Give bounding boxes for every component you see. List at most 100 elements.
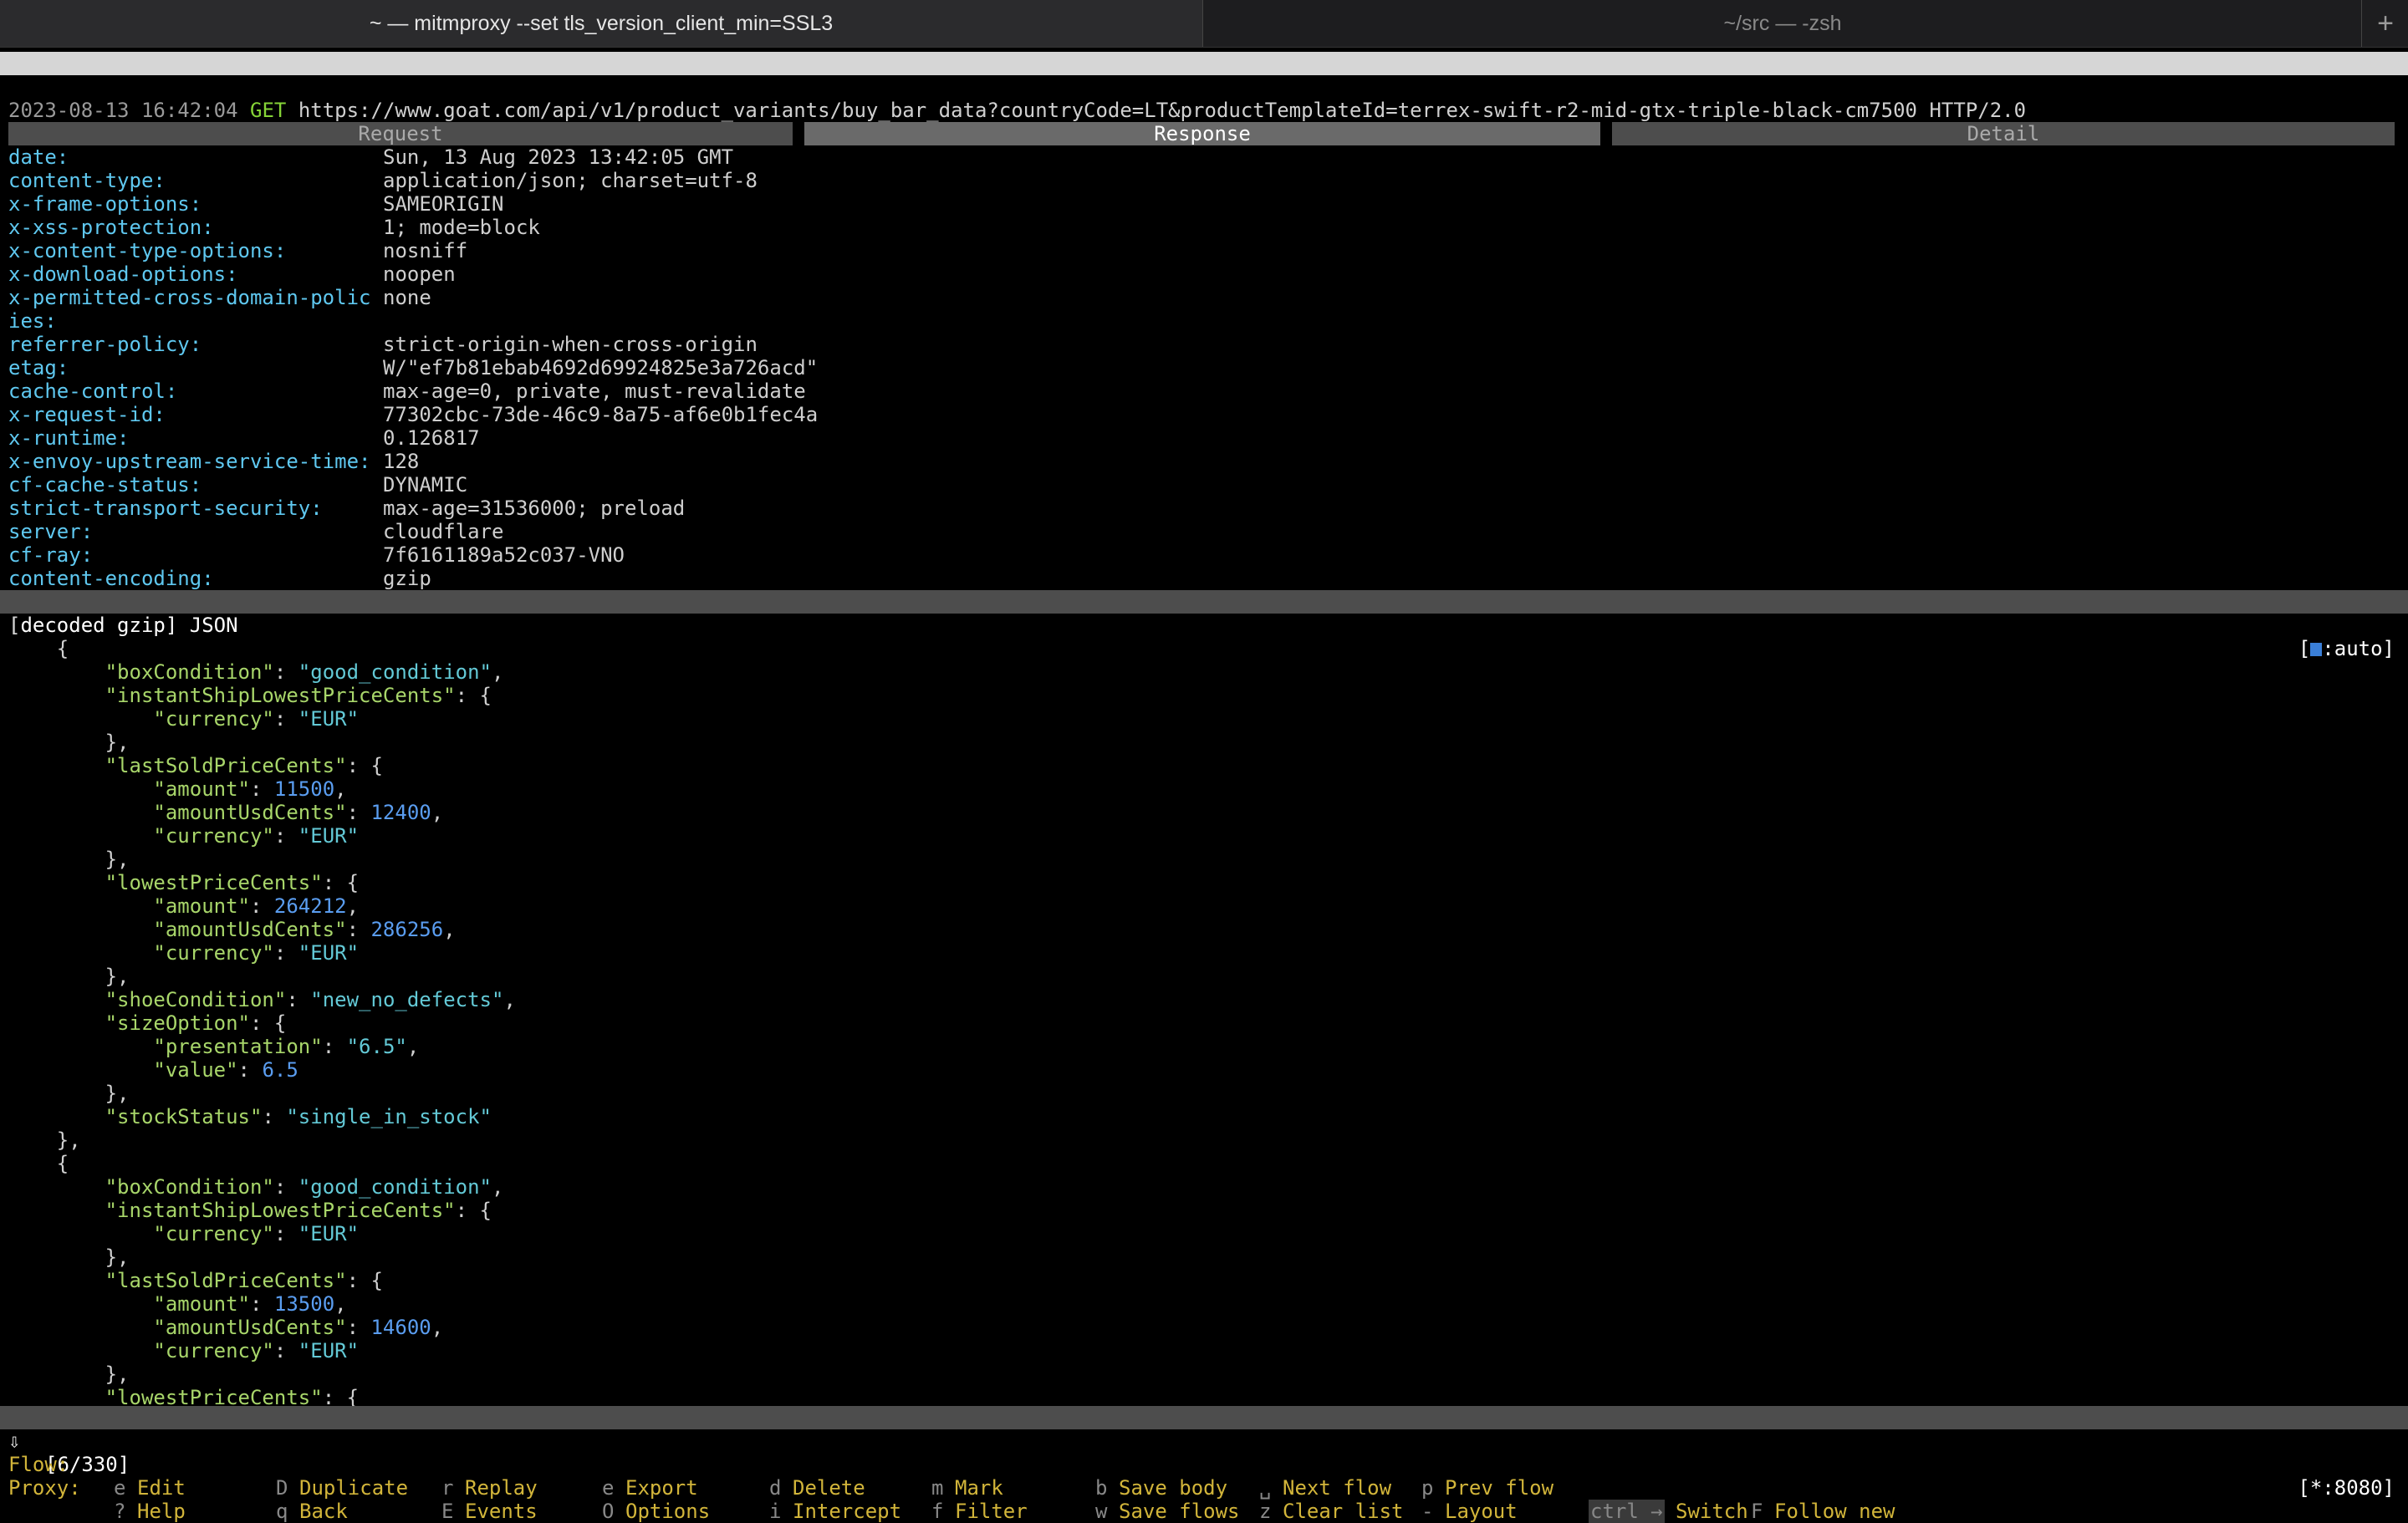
json-punct: : — [286, 988, 311, 1011]
json-punct: : — [273, 941, 298, 965]
keybinding-key: z — [1259, 1500, 1272, 1523]
header-row[interactable]: x-envoy-upstream-service-time: 128 — [0, 450, 2408, 473]
json-punct: }, — [56, 1128, 81, 1152]
json-punct: }, — [105, 965, 130, 988]
header-row[interactable]: x-download-options: noopen — [0, 262, 2408, 286]
tab-detail[interactable]: Detail — [1612, 122, 2395, 145]
keybinding-action[interactable]: Back — [299, 1500, 348, 1523]
new-tab-icon[interactable]: + — [2363, 0, 2408, 47]
header-value: max-age=0, private, must-revalidate — [383, 379, 806, 403]
json-punct: : { — [455, 1199, 492, 1222]
json-line: "value": 6.5 — [0, 1058, 2408, 1082]
json-line: }, — [0, 965, 2408, 988]
json-punct: }, — [105, 1245, 130, 1269]
header-row[interactable]: content-type: application/json; charset=u… — [0, 169, 2408, 192]
header-row[interactable]: cache-control: max-age=0, private, must-r… — [0, 379, 2408, 403]
header-key: cf-cache-status: — [8, 473, 202, 497]
keybinding-action[interactable]: Replay — [465, 1476, 538, 1500]
keybinding-key: r — [441, 1476, 454, 1500]
json-punct: , — [431, 801, 444, 824]
keybinding-action[interactable]: Export — [625, 1476, 698, 1500]
keybinding-key: e — [114, 1476, 126, 1500]
json-punct: : — [273, 707, 298, 731]
header-row[interactable]: strict-transport-security: max-age=315360… — [0, 497, 2408, 520]
tab-request[interactable]: Request — [8, 122, 793, 145]
json-key: "instantShipLowestPriceCents" — [105, 1199, 456, 1222]
json-key: "value" — [153, 1058, 238, 1082]
keybinding-action[interactable]: Next flow — [1283, 1476, 1391, 1500]
header-value: W/"ef7b81ebab4692d69924825e3a726acd" — [383, 356, 819, 379]
header-row[interactable]: x-runtime: 0.126817 — [0, 426, 2408, 450]
keybinding-action[interactable]: Prev flow — [1445, 1476, 1553, 1500]
keybinding-action[interactable]: Clear list — [1283, 1500, 1404, 1523]
json-punct: : { — [346, 754, 383, 777]
json-value: 14600 — [370, 1316, 431, 1339]
listen-address: [*:8080] — [2298, 1476, 2395, 1500]
flow-response-line: ← 200 application/json 627b 283ms — [0, 99, 2408, 145]
terminal-tab-zsh[interactable]: ~/src — -zsh — [1204, 0, 2362, 47]
json-punct: : { — [322, 871, 360, 894]
header-row[interactable]: server: cloudflare — [0, 520, 2408, 543]
header-row[interactable]: x-content-type-options: nosniff — [0, 239, 2408, 262]
json-punct: : — [237, 1058, 263, 1082]
json-punct: : { — [346, 1269, 383, 1292]
json-line: "instantShipLowestPriceCents": { — [0, 1199, 2408, 1222]
tab-response[interactable]: Response — [804, 122, 1600, 145]
header-row[interactable]: ies: — [0, 309, 2408, 333]
json-key: "amountUsdCents" — [153, 918, 347, 941]
keybinding-action[interactable]: Save flows — [1119, 1500, 1240, 1523]
header-row[interactable]: referrer-policy: strict-origin-when-cross… — [0, 333, 2408, 356]
header-row[interactable]: x-frame-options: SAMEORIGIN — [0, 192, 2408, 216]
header-row[interactable]: date: Sun, 13 Aug 2023 13:42:05 GMT — [0, 145, 2408, 169]
json-punct: }, — [105, 1363, 130, 1386]
keybinding-action[interactable]: Layout — [1445, 1500, 1518, 1523]
json-key: "currency" — [153, 824, 274, 848]
json-key: "amount" — [153, 894, 250, 918]
header-row[interactable]: cf-cache-status: DYNAMIC — [0, 473, 2408, 497]
json-key: "currency" — [153, 1339, 274, 1363]
header-row[interactable]: content-encoding: gzip — [0, 567, 2408, 590]
keybinding-action[interactable]: Options — [625, 1500, 710, 1523]
json-value: "good_condition" — [298, 660, 492, 684]
keybinding-action[interactable]: Edit — [137, 1476, 186, 1500]
header-row[interactable]: x-request-id: 77302cbc-73de-46c9-8a75-af6… — [0, 403, 2408, 426]
json-line: "currency": "EUR" — [0, 824, 2408, 848]
header-row[interactable]: x-permitted-cross-domain-polic none — [0, 286, 2408, 309]
keybinding-action[interactable]: Follow new — [1774, 1500, 1895, 1523]
header-key: content-type: — [8, 169, 166, 192]
json-punct: , — [503, 988, 516, 1011]
keybinding-action[interactable]: Mark — [955, 1476, 1003, 1500]
keybinding-action[interactable]: Save body — [1119, 1476, 1227, 1500]
keybinding-key: O — [602, 1500, 615, 1523]
keybinding-action[interactable]: Help — [137, 1500, 186, 1523]
header-row[interactable]: cf-ray: 7f6161189a52c037-VNO — [0, 543, 2408, 567]
json-punct: : — [273, 824, 298, 848]
keybinding-action[interactable]: Filter — [955, 1500, 1028, 1523]
header-row[interactable]: etag: W/"ef7b81ebab4692d69924825e3a726acd… — [0, 356, 2408, 379]
keybinding-action[interactable]: Delete — [793, 1476, 865, 1500]
keybinding-action[interactable]: Events — [465, 1500, 538, 1523]
json-key: "currency" — [153, 941, 274, 965]
json-line: "currency": "EUR" — [0, 1222, 2408, 1245]
header-row[interactable]: x-xss-protection: 1; mode=block — [0, 216, 2408, 239]
keybinding-action[interactable]: Duplicate — [299, 1476, 408, 1500]
keybinding-action[interactable]: Switch — [1676, 1500, 1748, 1523]
keybinding-key: q — [276, 1500, 288, 1523]
json-line: "lastSoldPriceCents": { — [0, 754, 2408, 777]
json-punct: , — [491, 1175, 504, 1199]
json-punct: , — [491, 660, 504, 684]
terminal-tab-mitmproxy[interactable]: ~ — mitmproxy --set tls_version_client_m… — [0, 0, 1203, 47]
keybinding-action[interactable]: Intercept — [793, 1500, 901, 1523]
header-value: 7f6161189a52c037-VNO — [383, 543, 625, 567]
json-value: 12400 — [370, 801, 431, 824]
